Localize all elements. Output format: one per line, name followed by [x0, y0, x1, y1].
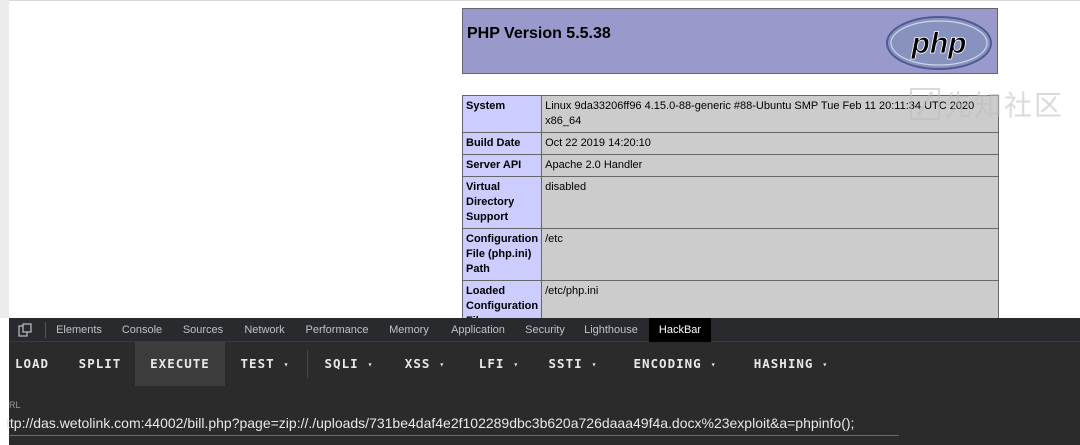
watermark-logo-icon: [909, 88, 940, 120]
tab-lighthouse[interactable]: Lighthouse: [581, 318, 641, 342]
table-row: Configuration File (php.ini) Path /etc: [461, 228, 999, 281]
row-key: Server API: [461, 154, 543, 177]
tab-console[interactable]: Console: [117, 318, 167, 342]
tab-sources[interactable]: Sources: [179, 318, 227, 342]
url-input-value[interactable]: ttp://das.wetolink.com:44002/bill.php?pa…: [6, 415, 854, 431]
device-toolbar-icon[interactable]: [18, 323, 32, 337]
row-key: Build Date: [461, 132, 543, 155]
row-value: disabled: [541, 176, 999, 229]
browser-page: PHP Version 5.5.38 php System Linux 9da3…: [0, 0, 1080, 445]
top-divider: [9, 0, 1080, 1]
tab-application[interactable]: Application: [446, 318, 510, 342]
chevron-down-icon: ▾: [591, 359, 598, 369]
chevron-down-icon: ▾: [439, 359, 446, 369]
php-logo: php: [886, 16, 992, 70]
chevron-down-icon: ▾: [367, 359, 374, 369]
ssti-dropdown[interactable]: SSTI ▾: [541, 342, 605, 386]
watermark: 先知社区: [909, 86, 1064, 122]
tab-performance[interactable]: Performance: [301, 318, 373, 342]
row-key: Configuration File (php.ini) Path: [461, 228, 543, 281]
tab-memory[interactable]: Memory: [385, 318, 433, 342]
tab-hackbar[interactable]: HackBar: [649, 318, 711, 342]
tab-elements[interactable]: Elements: [53, 318, 105, 342]
row-key: System: [461, 95, 543, 133]
php-version-header: PHP Version 5.5.38 php: [462, 8, 998, 74]
row-key: Virtual Directory Support: [461, 176, 543, 229]
phpinfo-table: System Linux 9da33206ff96 4.15.0-88-gene…: [461, 95, 999, 333]
lfi-dropdown[interactable]: LFI ▾: [471, 342, 527, 386]
watermark-text: 先知社区: [943, 89, 1064, 122]
tab-separator: [45, 322, 46, 338]
row-value: Oct 22 2019 14:20:10: [541, 132, 999, 155]
tab-network[interactable]: Network: [240, 318, 289, 342]
sqli-dropdown[interactable]: SQLI ▾: [315, 342, 383, 386]
chevron-down-icon: ▾: [513, 359, 520, 369]
chevron-down-icon: ▾: [822, 359, 829, 369]
table-row: Virtual Directory Support disabled: [461, 176, 999, 229]
execute-button[interactable]: EXECUTE: [135, 342, 225, 386]
toolbar-divider: [307, 350, 308, 378]
table-row: Server API Apache 2.0 Handler: [461, 154, 999, 177]
tab-security[interactable]: Security: [521, 318, 569, 342]
row-value: Apache 2.0 Handler: [541, 154, 999, 177]
table-row: Build Date Oct 22 2019 14:20:10: [461, 132, 999, 155]
hashing-dropdown[interactable]: HASHING ▾: [743, 342, 839, 386]
row-value: /etc: [541, 228, 999, 281]
encoding-dropdown[interactable]: ENCODING ▾: [623, 342, 727, 386]
xss-dropdown[interactable]: XSS ▾: [395, 342, 455, 386]
chevron-down-icon: ▾: [283, 359, 290, 369]
devtools-tab-bar: Elements Console Sources Network Perform…: [9, 318, 1080, 342]
split-button[interactable]: SPLIT: [69, 342, 131, 386]
left-gutter: [0, 0, 9, 318]
devtools-panel: Elements Console Sources Network Perform…: [6, 318, 1080, 445]
test-dropdown[interactable]: TEST ▾: [231, 342, 299, 386]
php-version-title: PHP Version 5.5.38: [467, 25, 611, 42]
chevron-down-icon: ▾: [710, 359, 717, 369]
hackbar-url-area: RL ttp://das.wetolink.com:44002/bill.php…: [6, 386, 1080, 445]
load-button[interactable]: LOAD: [9, 342, 55, 386]
php-logo-text: php: [911, 27, 967, 60]
hackbar-toolbar: LOAD SPLIT EXECUTE TEST ▾ SQLI ▾ XSS ▾ LFI ▾…: [9, 342, 1080, 386]
url-label: RL: [9, 400, 21, 410]
